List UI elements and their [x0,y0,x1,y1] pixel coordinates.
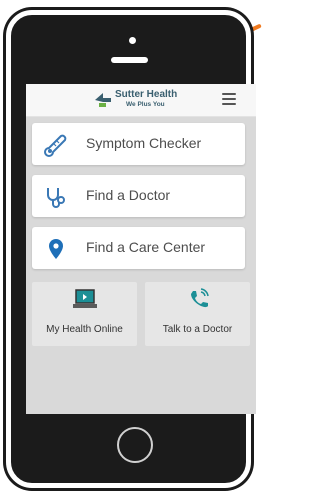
my-health-online-label: My Health Online [46,324,123,335]
map-pin-icon [49,239,63,259]
laptop-icon [73,289,97,308]
find-a-doctor-button[interactable]: Find a Doctor [32,175,245,217]
hamburger-menu-button[interactable] [222,93,236,105]
my-health-online-tile[interactable]: My Health Online [32,282,137,346]
symptom-checker-button[interactable]: Symptom Checker [32,123,245,165]
phone-icon [191,288,209,308]
thermometer-icon [44,134,67,157]
talk-to-a-doctor-tile[interactable]: Talk to a Doctor [145,282,250,346]
menu-line [222,98,236,100]
home-button[interactable] [117,427,153,463]
stethoscope-icon [47,188,65,208]
find-a-doctor-label: Find a Doctor [86,187,171,203]
earpiece-speaker [111,57,148,63]
find-a-care-center-label: Find a Care Center [86,239,206,255]
menu-line [222,93,236,95]
front-camera [129,37,136,44]
menu-line [222,103,236,105]
app-header: Sutter Health We Plus You [26,84,256,117]
app-screen: Sutter Health We Plus You Symptom Checke… [26,84,256,414]
brand-tagline: We Plus You [126,101,165,108]
brand-name: Sutter Health [115,89,178,100]
find-a-care-center-button[interactable]: Find a Care Center [32,227,245,269]
sutter-logo-icon [95,93,111,107]
symptom-checker-label: Symptom Checker [86,135,202,151]
talk-to-a-doctor-label: Talk to a Doctor [162,324,233,335]
